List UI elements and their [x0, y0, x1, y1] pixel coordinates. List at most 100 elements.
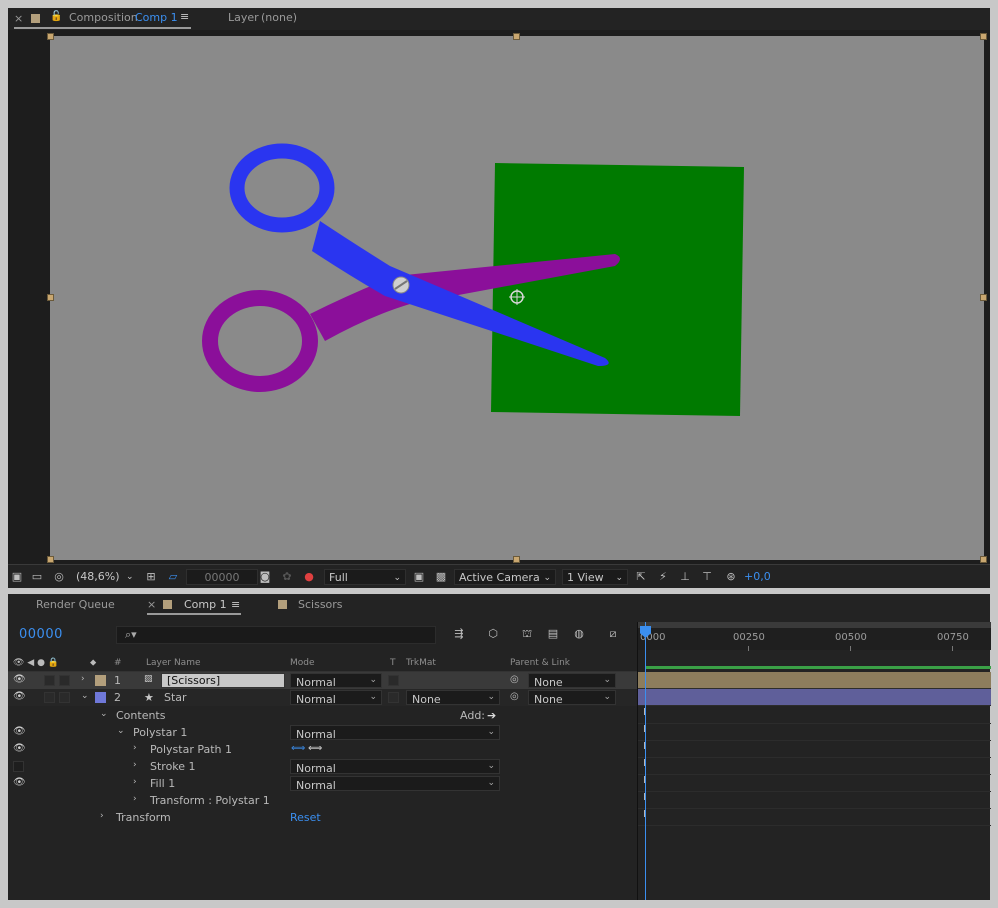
expand-chevron-right-icon[interactable]: ›: [81, 674, 85, 684]
layer-row-star[interactable]: 👁 ⌄ 2 ★ Star Normal ⌄ None ⌄ ◎ None ⌄: [8, 689, 637, 706]
layer-search-input[interactable]: ⌕▾: [116, 626, 436, 644]
timeline-menu-icon[interactable]: ≡: [231, 598, 240, 611]
composition-tab-name[interactable]: Comp 1: [135, 11, 178, 24]
mode-dropdown[interactable]: Normal ⌄: [290, 690, 382, 706]
render-queue-tab[interactable]: Render Queue: [36, 598, 115, 611]
transform-handle-tr[interactable]: [980, 33, 987, 40]
chevron-right-icon[interactable]: ›: [100, 811, 104, 821]
composition-tab-label[interactable]: Composition: [69, 11, 138, 24]
layer-tab-value[interactable]: (none): [261, 11, 297, 24]
label-color-swatch[interactable]: [95, 675, 106, 686]
trkmat-dropdown[interactable]: None ⌄: [406, 690, 500, 706]
show-snapshot-icon[interactable]: ✿: [280, 570, 294, 584]
label-color-swatch[interactable]: [95, 692, 106, 703]
transform-handle-bc[interactable]: [513, 556, 520, 563]
resolution-dropdown[interactable]: Full ⌄: [324, 569, 406, 585]
polystar-blend-dropdown[interactable]: Normal ⌄: [290, 725, 500, 741]
draft-3d-icon[interactable]: ⬡: [486, 627, 500, 641]
timeline-current-time[interactable]: 00000: [19, 627, 63, 642]
pickwhip-icon[interactable]: ◎: [510, 691, 519, 702]
playhead-line[interactable]: [645, 622, 646, 900]
transparency-grid-icon[interactable]: ▩: [434, 570, 448, 584]
solo-toggle[interactable]: [44, 692, 55, 703]
motion-blur-icon[interactable]: ◍: [572, 627, 586, 641]
chevron-down-icon[interactable]: ⌄: [100, 709, 108, 719]
fast-previews-icon[interactable]: ⚡: [656, 570, 670, 584]
reset-transform-link[interactable]: Reset: [290, 811, 321, 824]
path-direction-icon[interactable]: ⟺: [291, 743, 305, 754]
transform-handle-mr[interactable]: [980, 294, 987, 301]
preserve-transparency-toggle[interactable]: [388, 692, 399, 703]
layer-row-scissors[interactable]: 👁 › 1 ▨ [Scissors] Normal ⌄ ◎ None ⌄: [8, 672, 637, 689]
flowchart-icon[interactable]: ⊤: [700, 570, 714, 584]
preserve-transparency-toggle[interactable]: [388, 675, 399, 686]
mask-visibility-icon[interactable]: ▱: [166, 570, 180, 584]
fill-blend-dropdown[interactable]: Normal ⌄: [290, 776, 500, 792]
shy-layers-icon[interactable]: ⛫: [520, 627, 534, 641]
always-preview-icon[interactable]: ▣: [10, 570, 24, 584]
visibility-eye-icon[interactable]: 👁: [13, 743, 26, 754]
chevron-right-icon[interactable]: ›: [133, 743, 137, 753]
add-arrow-icon[interactable]: ➔: [487, 709, 496, 722]
close-tab-icon[interactable]: ×: [14, 12, 23, 25]
path-reverse-icon[interactable]: ⟺: [308, 743, 322, 754]
camera-snapshot-icon[interactable]: ◙: [258, 570, 272, 584]
close-comp-tab-icon[interactable]: ×: [147, 598, 156, 611]
lock-toggle[interactable]: [59, 692, 70, 703]
title-safe-icon[interactable]: ⊞: [144, 570, 158, 584]
visibility-eye-icon[interactable]: 👁: [13, 726, 26, 737]
chevron-right-icon[interactable]: ›: [133, 794, 137, 804]
panel-menu-icon[interactable]: ≡: [180, 10, 189, 23]
layer-bar-star[interactable]: [638, 689, 991, 706]
layer-name-header[interactable]: Layer Name: [146, 658, 201, 668]
timeline-graph-area[interactable]: 0000 00250 00500 00750 I I I I I I I: [637, 622, 991, 900]
transform-handle-tc[interactable]: [513, 33, 520, 40]
composition-canvas[interactable]: [50, 36, 984, 560]
layer-name[interactable]: Star: [164, 691, 187, 704]
parent-dropdown[interactable]: None ⌄: [528, 673, 616, 689]
visibility-eye-icon[interactable]: 👁: [13, 777, 26, 788]
visibility-eye-icon[interactable]: 👁: [13, 691, 26, 702]
mode-dropdown[interactable]: Normal ⌄: [290, 673, 382, 689]
stroke-visibility-toggle[interactable]: [13, 761, 24, 772]
chevron-right-icon[interactable]: ›: [133, 777, 137, 787]
polystar-group-row[interactable]: 👁 ⌄ Polystar 1 Normal ⌄: [8, 724, 637, 741]
time-ruler[interactable]: 0000 00250 00500 00750: [638, 622, 991, 651]
rgb-channels-icon[interactable]: ●: [302, 570, 316, 584]
transform-row[interactable]: › Transform Reset: [8, 809, 637, 826]
parent-dropdown[interactable]: None ⌄: [528, 690, 616, 706]
views-dropdown[interactable]: 1 View ⌄: [562, 569, 628, 585]
frame-blending-icon[interactable]: ▤: [546, 627, 560, 641]
region-of-interest-icon[interactable]: ▣: [412, 570, 426, 584]
contents-group-row[interactable]: ⌄ Contents Add: ➔: [8, 707, 637, 724]
toggle-pixel-aspect-icon[interactable]: ⇱: [634, 570, 648, 584]
monitor-icon[interactable]: ▭: [30, 570, 44, 584]
lock-icon[interactable]: 🔓: [50, 11, 62, 22]
scissors-timeline-tab[interactable]: Scissors: [298, 598, 343, 611]
timeline-icon[interactable]: ⊥: [678, 570, 692, 584]
camera-dropdown[interactable]: Active Camera ⌄: [454, 569, 556, 585]
pickwhip-icon[interactable]: ◎: [510, 674, 519, 685]
layer-bar-scissors[interactable]: [638, 672, 991, 689]
comp-timeline-tab[interactable]: Comp 1: [184, 598, 227, 611]
transform-handle-tl[interactable]: [47, 33, 54, 40]
zoom-chevron-down-icon[interactable]: ⌄: [126, 569, 134, 585]
composition-mini-flowchart-icon[interactable]: ⇶: [452, 627, 466, 641]
chevron-down-icon[interactable]: ⌄: [117, 726, 125, 736]
graph-editor-icon[interactable]: ⧄: [606, 627, 620, 641]
transform-handle-br[interactable]: [980, 556, 987, 563]
solo-toggle[interactable]: [44, 675, 55, 686]
composition-viewer[interactable]: [8, 30, 990, 564]
layer-name-field[interactable]: [Scissors]: [161, 673, 285, 688]
work-area-bar[interactable]: [638, 622, 991, 628]
exposure-value[interactable]: +0,0: [744, 569, 771, 585]
transform-handle-ml[interactable]: [47, 294, 54, 301]
chevron-right-icon[interactable]: ›: [133, 760, 137, 770]
lock-toggle[interactable]: [59, 675, 70, 686]
polystar-path-row[interactable]: 👁 › Polystar Path 1 ⟺ ⟺: [8, 741, 637, 758]
transform-polystar-row[interactable]: › Transform : Polystar 1: [8, 792, 637, 809]
current-time-field[interactable]: 00000: [186, 569, 258, 585]
stroke-row[interactable]: › Stroke 1 Normal ⌄: [8, 758, 637, 775]
transform-handle-bl[interactable]: [47, 556, 54, 563]
expand-chevron-down-icon[interactable]: ⌄: [81, 691, 89, 701]
